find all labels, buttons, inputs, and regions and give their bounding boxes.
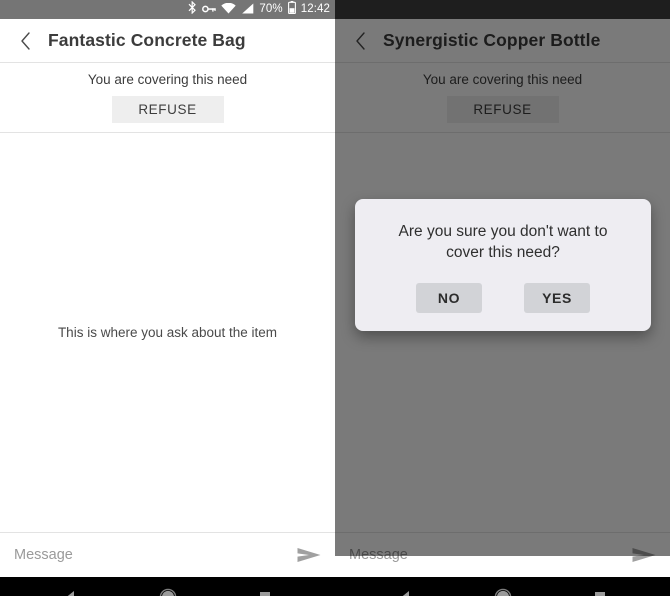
dual-screenshot-container: 70% 12:42 Fantastic Concrete Bag You are… (0, 0, 670, 596)
back-chevron-icon[interactable] (347, 28, 373, 54)
system-nav-bar (335, 577, 670, 596)
vpn-key-icon (202, 1, 217, 19)
nav-recents-button[interactable] (245, 577, 285, 596)
system-nav-bar (0, 577, 335, 596)
message-composer (335, 532, 670, 577)
dialog-yes-button[interactable]: YES (524, 283, 590, 313)
send-icon[interactable] (628, 539, 660, 571)
app-bar: Synergistic Copper Bottle (335, 19, 670, 62)
wifi-icon (221, 1, 237, 19)
nav-back-button[interactable] (51, 577, 91, 596)
bluetooth-icon (188, 0, 197, 19)
chat-body (335, 133, 670, 532)
app-bar: Fantastic Concrete Bag (0, 19, 335, 62)
refuse-button[interactable]: REFUSE (446, 96, 559, 123)
nav-home-button[interactable] (483, 577, 523, 596)
signal-icon (241, 1, 254, 19)
nav-back-button[interactable] (386, 577, 426, 596)
page-title: Synergistic Copper Bottle (383, 30, 601, 50)
back-chevron-icon[interactable] (12, 28, 38, 54)
status-bar-icons: 70% 12:42 (188, 0, 330, 19)
nav-recents-button[interactable] (580, 577, 620, 596)
left-phone-screen: 70% 12:42 Fantastic Concrete Bag You are… (0, 0, 335, 596)
nav-home-button[interactable] (148, 577, 188, 596)
status-bar: 70% 12:42 (0, 0, 335, 19)
refuse-button[interactable]: REFUSE (111, 96, 224, 123)
status-bar-dimmed (335, 0, 670, 19)
message-composer (0, 532, 335, 577)
chat-empty-hint: This is where you ask about the item (57, 325, 278, 340)
need-banner: You are covering this need REFUSE (0, 62, 335, 133)
battery-icon (287, 0, 296, 19)
need-status-text: You are covering this need (87, 72, 248, 87)
right-phone-screen: Synergistic Copper Bottle You are coveri… (335, 0, 670, 596)
send-icon[interactable] (293, 539, 325, 571)
page-title: Fantastic Concrete Bag (48, 30, 246, 50)
battery-percent-label: 70% (259, 3, 283, 15)
clock-label: 12:42 (300, 3, 330, 15)
dialog-actions: NO YES (375, 283, 631, 317)
chat-body: This is where you ask about the item (0, 133, 335, 532)
message-input[interactable] (14, 547, 293, 563)
need-banner: You are covering this need REFUSE (335, 62, 670, 133)
dialog-no-button[interactable]: NO (416, 283, 482, 313)
dialog-message: Are you sure you don't want to cover thi… (398, 223, 608, 261)
message-input[interactable] (349, 547, 628, 563)
need-status-text: You are covering this need (422, 72, 583, 87)
confirm-dialog: Are you sure you don't want to cover thi… (355, 199, 651, 331)
